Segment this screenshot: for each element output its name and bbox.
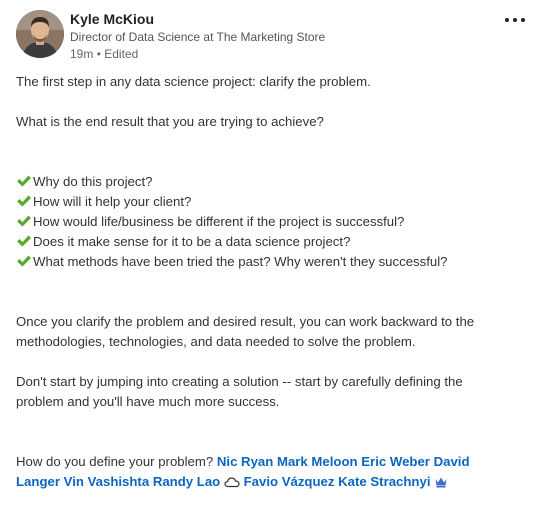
mention-link[interactable]: Vin Vashishta [64, 474, 150, 489]
checklist-item: Does it make sense for it to be a data s… [16, 232, 526, 252]
checklist-item-label: Does it make sense for it to be a data s… [33, 234, 351, 249]
mention-link[interactable]: Kate Strachnyi [338, 474, 430, 489]
more-options-icon[interactable] [504, 12, 530, 28]
paragraph-line: methodologies, technologies, and data ne… [16, 334, 416, 349]
post-question: What is the end result that you are tryi… [16, 114, 324, 129]
mention-link[interactable]: Nic Ryan [217, 454, 273, 469]
author-headline: Director of Data Science at The Marketin… [70, 30, 326, 44]
post-paragraph: Once you clarify the problem and desired… [16, 312, 526, 352]
paragraph-line: Once you clarify the problem and desired… [16, 314, 475, 329]
avatar-photo [16, 10, 64, 58]
post-body: The first step in any data science proje… [16, 72, 526, 492]
checklist-item-label: How will it help your client? [33, 194, 192, 209]
post-paragraph: Don't start by jumping into creating a s… [16, 372, 526, 412]
meta-separator: • [96, 47, 101, 61]
checklist-item: What methods have been tried the past? W… [16, 252, 526, 272]
checklist-item-label: Why do this project? [33, 174, 153, 189]
heavy-check-mark-icon [17, 235, 31, 247]
checklist-item: How would life/business be different if … [16, 212, 526, 232]
mention-link[interactable]: Randy Lao [153, 474, 220, 489]
heavy-check-mark-icon [17, 195, 31, 207]
heavy-check-mark-icon [17, 215, 31, 227]
post-meta: 19m • Edited [70, 46, 325, 62]
closing-question: How do you define your problem? [16, 454, 214, 469]
paragraph-line: Don't start by jumping into creating a s… [16, 374, 463, 389]
mention-link[interactable]: Eric Weber [361, 454, 430, 469]
post-intro: The first step in any data science proje… [16, 74, 371, 89]
edited-label: Edited [104, 47, 139, 61]
heavy-check-mark-icon [17, 175, 31, 187]
crown-icon [435, 477, 447, 488]
post-time: 19m [70, 47, 94, 61]
mention-link[interactable]: Mark Meloon [277, 454, 358, 469]
checklist: Why do this project? How will it help yo… [16, 172, 526, 272]
author-avatar[interactable] [16, 10, 64, 58]
checklist-item: Why do this project? [16, 172, 526, 192]
cloud-icon [224, 477, 240, 488]
checklist-item-label: How would life/business be different if … [33, 214, 405, 229]
feed-post: Kyle McKiou Director of Data Science at … [0, 0, 548, 521]
checklist-item: How will it help your client? [16, 192, 526, 212]
author-name[interactable]: Kyle McKiou [70, 10, 325, 29]
post-closing: How do you define your problem? Nic Ryan… [16, 452, 526, 492]
paragraph-line: problem and you'll have much more succes… [16, 394, 280, 409]
author-info: Kyle McKiou Director of Data Science at … [70, 10, 325, 62]
post-header: Kyle McKiou Director of Data Science at … [16, 10, 536, 66]
mention-link[interactable]: Langer [16, 474, 60, 489]
mention-link[interactable]: Favio Vázquez [244, 474, 335, 489]
mention-link[interactable]: David [434, 454, 470, 469]
checklist-item-label: What methods have been tried the past? W… [33, 254, 448, 269]
heavy-check-mark-icon [17, 255, 31, 267]
